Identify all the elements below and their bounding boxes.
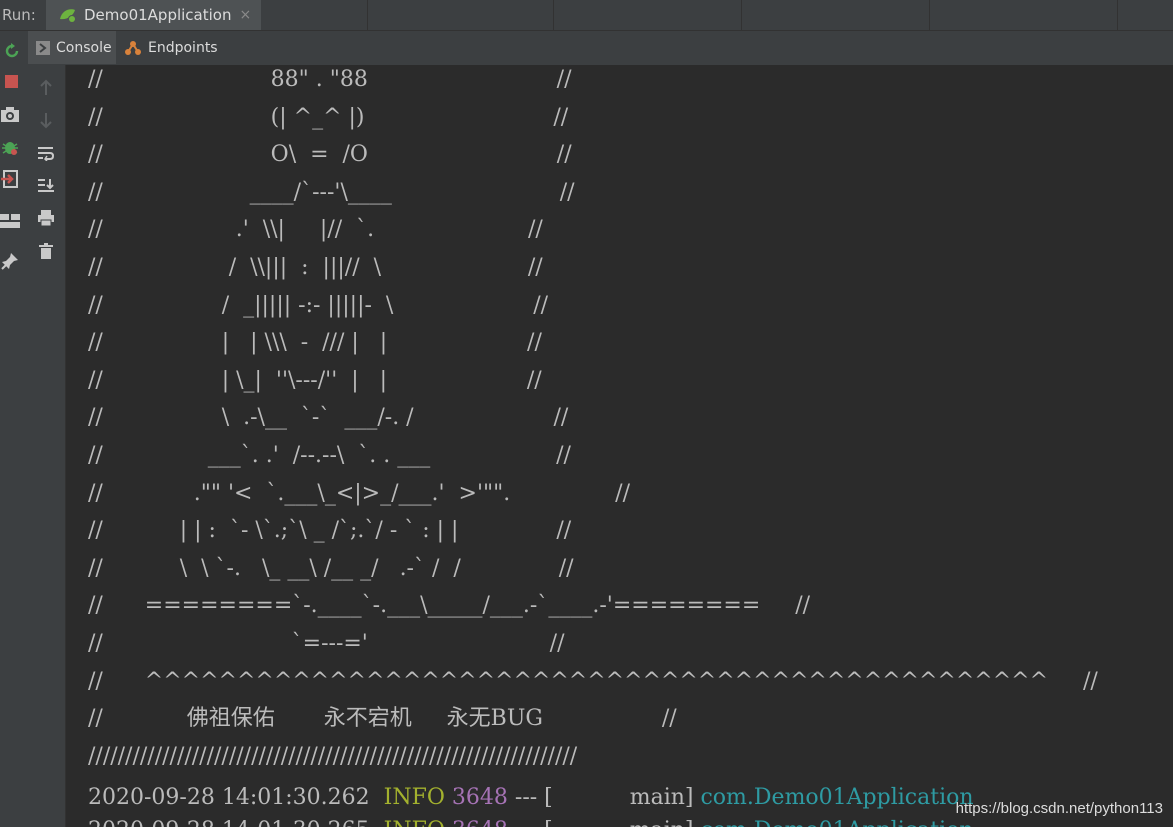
ascii-art-line: // 佛祖保佑 永不宕机 永无BUG // [88,706,677,732]
ascii-art-line: // (| ^_^ |) // [88,104,569,130]
debug-icon[interactable] [0,137,20,157]
tab-endpoints-label: Endpoints [148,39,218,56]
run-tool-window-header: Run: Demo01Application × [0,0,1173,31]
console-icon [36,40,50,55]
trash-icon[interactable] [36,241,56,261]
ascii-art-line: // ___`. .' /--.--\ `. . ___ // [88,442,571,468]
rerun-icon[interactable] [2,41,22,61]
tab-endpoints[interactable]: Endpoints [116,31,220,64]
ascii-art-line: // ^^^^^^^^^^^^^^^^^^^^^^^^^^^^^^^^^^^^^… [88,668,1098,694]
down-arrow-icon[interactable] [36,110,56,130]
divider [1117,0,1118,30]
ascii-art-line: // O\ = /O // [88,142,572,168]
run-config-tab[interactable]: Demo01Application × [46,0,261,30]
divider [741,0,742,30]
ascii-art-line: // | | \\\ - /// | | // [88,330,542,356]
log-timestamp: 2020-09-28 14:01:30.262 [88,785,370,811]
endpoints-icon [124,40,142,56]
close-tab-icon[interactable]: × [239,7,251,23]
up-arrow-icon[interactable] [36,78,56,98]
run-config-title: Demo01Application [84,6,232,24]
log-separator: --- [ [514,785,553,811]
log-pid: 3648 [452,818,508,827]
run-actions-toolbar [0,31,29,827]
console-actions-toolbar [28,65,66,827]
print-icon[interactable] [36,208,56,228]
log-level: INFO [383,785,445,811]
ascii-art-line: ////////////////////////////////////////… [88,743,578,769]
layout-icon[interactable] [0,211,20,231]
log-separator: --- [ [515,818,553,827]
log-class[interactable]: com.Demo01Application [700,818,973,827]
console-output[interactable]: // 88" . "88 // // (| ^_^ |) // // O\ = … [66,65,1173,827]
ascii-art-line: // / _||||| -:- |||||- \ // [88,292,549,318]
pin-icon[interactable] [0,251,20,271]
log-pid: 3648 [451,785,508,811]
run-label: Run: [2,6,36,24]
log-thread: main] [630,818,694,827]
ascii-art-line: // \ \ `-. \_ __\ /__ _/ .-` / / // [88,555,574,581]
tab-console-label: Console [56,39,112,56]
ascii-art-line: // | \_| ''\---/'' | | // [88,367,542,393]
log-class[interactable]: com.Demo01Application [700,785,973,810]
divider [553,0,554,30]
divider [929,0,930,30]
console-tabs-bar: Console Endpoints [28,31,1173,66]
ascii-art-line: // ."" '< `.___\_<|>_/___.' >'"". // [88,480,630,506]
tab-console[interactable]: Console [28,31,116,64]
ascii-art-line: // ____/`---'\____ // [88,179,575,205]
ascii-art-line: // .' \\| |// `. // [88,217,543,243]
ascii-art-line: // `=---=' // [88,630,565,656]
ascii-art-line: // / \\||| : |||// \ // [88,254,543,280]
log-thread: main] [629,785,694,811]
exit-icon[interactable] [0,169,20,189]
ascii-art-line: // \ .-\__ `-` ___/-. / // [88,405,569,431]
ascii-art-line: // 88" . "88 // [88,67,572,92]
camera-icon[interactable] [0,104,20,124]
stop-icon[interactable] [2,72,22,92]
spring-boot-icon [58,7,78,23]
divider [367,0,368,30]
ascii-art-line: // | | : `- \`.;`\ _ /`;.`/ - ` : | | // [88,518,572,544]
log-timestamp: 2020-09-28 14:01:30.265 [88,818,370,827]
scroll-to-end-icon[interactable] [36,175,56,195]
console-lines: // 88" . "88 // // (| ^_^ |) // // O\ = … [88,65,1098,827]
log-line: 2020-09-28 14:01:30.262 INFO 3648 --- [ … [88,779,1098,812]
watermark: https://blog.csdn.net/python113 [955,800,1163,817]
ascii-art-line: // ========`-.____`-.___\_____/___.-`___… [88,593,811,619]
log-line: 2020-09-28 14:01:30.265 INFO 3648 --- [ … [88,812,1098,827]
soft-wrap-icon[interactable] [36,143,56,163]
log-level: INFO [384,818,445,827]
